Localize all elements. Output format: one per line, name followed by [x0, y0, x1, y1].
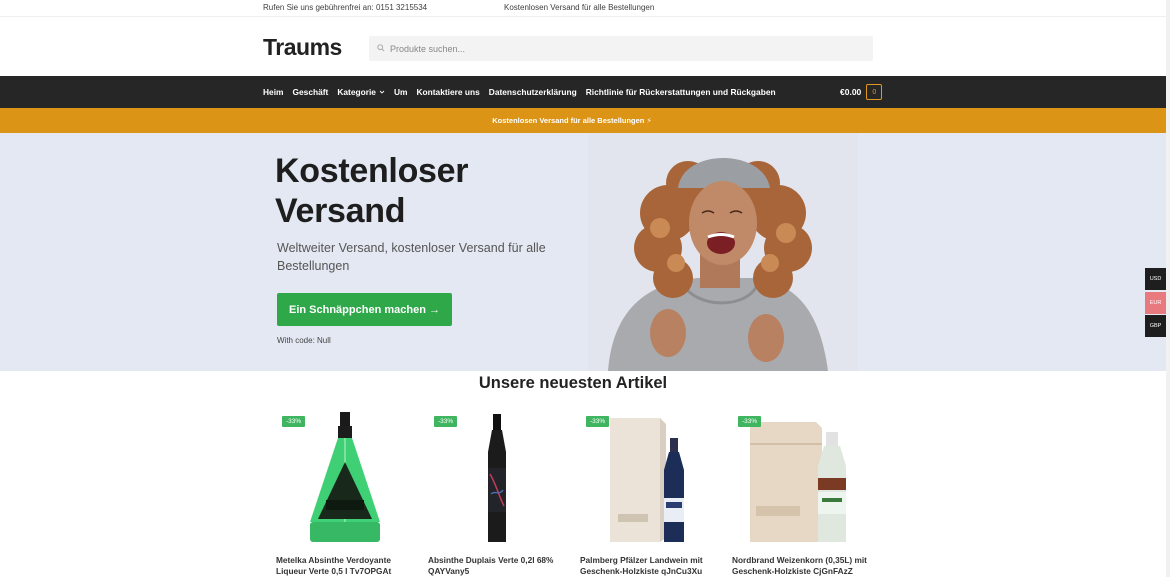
currency-usd[interactable]: USD — [1145, 268, 1166, 290]
discount-badge: -33% — [434, 416, 458, 427]
product-name[interactable]: Metelka Absinthe Verdoyante Liqueur Vert… — [276, 555, 416, 577]
site-header: Traums — [0, 16, 1166, 76]
hero-section: Kostenloser Versand Weltweiter Versand, … — [0, 133, 1166, 371]
page-scrollbar[interactable] — [1166, 0, 1170, 577]
hero-subtitle: Weltweiter Versand, kostenloser Versand … — [277, 241, 546, 273]
hero-title: Kostenloser Versand — [275, 152, 469, 230]
search-box[interactable] — [369, 36, 873, 61]
product-card[interactable]: -33% Palmberg Pfälzer Landwein mit Gesch… — [580, 404, 720, 577]
nav-item-privacy[interactable]: Datenschutzerklärung — [489, 87, 577, 97]
search-input[interactable] — [390, 40, 860, 57]
nav-item-category[interactable]: Kategorie — [337, 87, 385, 97]
chevron-down-icon — [379, 90, 385, 94]
section-title: Unsere neuesten Artikel — [478, 374, 668, 392]
cart-icon: 0 — [866, 84, 883, 100]
top-info-bar: Rufen Sie uns gebührenfrei an: 0151 3215… — [0, 0, 1166, 16]
nav-item-about[interactable]: Um — [394, 87, 408, 97]
currency-eur[interactable]: EUR — [1145, 292, 1166, 314]
product-card[interactable]: -33% Nordbrand Weizenkorn (0,35L) mit Ge… — [732, 404, 872, 577]
nav-item-label: Geschäft — [292, 87, 329, 97]
search-icon — [377, 44, 385, 52]
main-nav: Heim Geschäft Kategorie Um Kontaktiere u… — [0, 76, 1166, 108]
product-name[interactable]: Palmberg Pfälzer Landwein mit Geschenk-H… — [580, 555, 720, 577]
shipping-info: Kostenlosen Versand für alle Bestellunge… — [504, 3, 655, 12]
cart-count: 0 — [872, 88, 877, 96]
promo-code-text: With code: Null — [277, 336, 331, 345]
promo-banner: Kostenlosen Versand für alle Bestellunge… — [0, 108, 1166, 133]
nav-item-label: Datenschutzerklärung — [488, 87, 577, 97]
nav-item-home[interactable]: Heim — [263, 87, 283, 97]
product-card[interactable]: -33% Metelka Absinthe Verdoyante Liqueur… — [276, 404, 416, 577]
currency-gbp[interactable]: GBP — [1145, 315, 1166, 337]
shop-now-button[interactable]: Ein Schnäppchen machen → — [277, 293, 452, 326]
promo-text: Kostenlosen Versand für alle Bestellunge… — [492, 116, 652, 125]
site-logo[interactable]: Traums — [263, 34, 342, 61]
discount-badge: -33% — [282, 416, 306, 427]
discount-badge: -33% — [738, 416, 762, 427]
product-name[interactable]: Nordbrand Weizenkorn (0,35L) mit Geschen… — [732, 555, 872, 577]
product-name[interactable]: Absinthe Duplais Verte 0,2l 68% QAYVany5 — [428, 555, 568, 577]
hero-image — [588, 133, 858, 371]
nav-item-label: Heim — [263, 87, 284, 97]
cart-button[interactable]: €0.00 0 — [840, 84, 883, 100]
cart-amount: €0.00 — [840, 87, 862, 97]
nav-item-label: Richtlinie für Rückerstattungen und Rück… — [585, 87, 776, 97]
nav-item-label: Kategorie — [337, 87, 376, 97]
nav-item-contact[interactable]: Kontaktiere uns — [416, 87, 479, 97]
phone-info: Rufen Sie uns gebührenfrei an: 0151 3215… — [263, 3, 428, 12]
nav-item-shop[interactable]: Geschäft — [292, 87, 328, 97]
nav-item-label: Kontaktiere uns — [416, 87, 480, 97]
product-card[interactable]: -33% Absinthe Duplais Verte 0,2l 68% QAY… — [428, 404, 568, 577]
nav-item-label: Um — [393, 87, 408, 97]
nav-item-refund[interactable]: Richtlinie für Rückerstattungen und Rück… — [586, 87, 776, 97]
discount-badge: -33% — [586, 416, 610, 427]
